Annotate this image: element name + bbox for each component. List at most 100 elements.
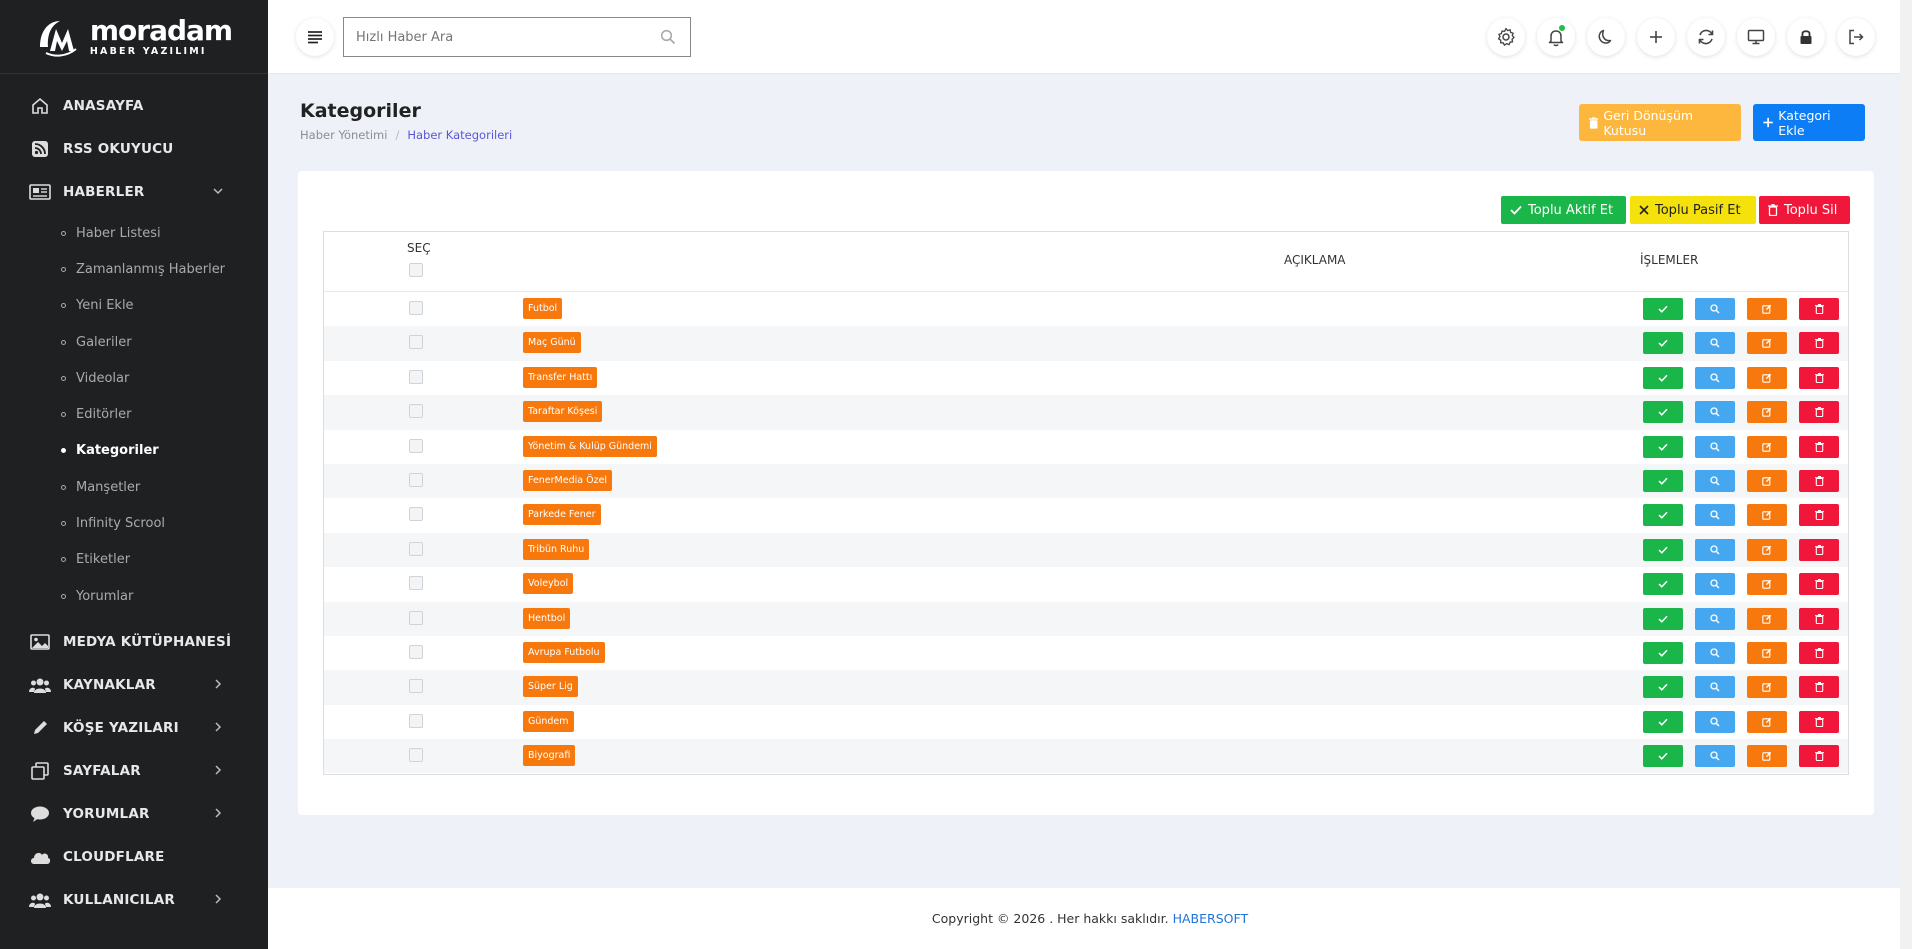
edit-button[interactable] (1747, 298, 1787, 320)
sidebar-item-rss[interactable]: RSS OKUYUCU (0, 127, 268, 170)
activate-button[interactable] (1643, 641, 1683, 664)
edit-button[interactable] (1747, 710, 1787, 733)
activate-button[interactable] (1643, 745, 1683, 768)
add-button[interactable] (1637, 18, 1675, 56)
select-all-checkbox[interactable] (409, 263, 423, 277)
activate-button[interactable] (1643, 504, 1683, 527)
view-button[interactable] (1695, 676, 1735, 699)
delete-button[interactable] (1799, 607, 1839, 630)
refresh-button[interactable] (1687, 18, 1725, 56)
logo[interactable]: moradam HABER YAZILIMI (0, 0, 268, 74)
page-scrollbar[interactable] (1900, 0, 1912, 949)
view-button[interactable] (1695, 745, 1735, 768)
row-checkbox[interactable] (409, 541, 423, 556)
view-button[interactable] (1695, 641, 1735, 664)
sidebar-subitem-yorumlar[interactable]: Yorumlar (0, 578, 268, 614)
edit-button[interactable] (1747, 538, 1787, 561)
edit-button[interactable] (1747, 469, 1787, 492)
view-button[interactable] (1695, 607, 1735, 630)
lock-button[interactable] (1787, 18, 1825, 56)
activate-button[interactable] (1643, 469, 1683, 492)
delete-button[interactable] (1799, 366, 1839, 389)
delete-button[interactable] (1799, 745, 1839, 768)
bulk-activate-button[interactable]: Toplu Aktif Et (1501, 196, 1626, 224)
edit-button[interactable] (1747, 745, 1787, 768)
delete-button[interactable] (1799, 676, 1839, 699)
activate-button[interactable] (1643, 573, 1683, 596)
logout-button[interactable] (1837, 18, 1875, 56)
search-icon[interactable] (646, 29, 690, 45)
sidebar-subitem-videolar[interactable]: Videolar (0, 360, 268, 396)
edit-button[interactable] (1747, 641, 1787, 664)
menu-toggle-button[interactable] (296, 18, 334, 56)
activate-button[interactable] (1643, 366, 1683, 389)
fullscreen-button[interactable] (1737, 18, 1775, 56)
sidebar-subitem-mansetler[interactable]: Manşetler (0, 469, 268, 505)
sidebar-item-yorumlar[interactable]: YORUMLAR (0, 792, 268, 835)
sidebar-item-cloudflare[interactable]: CLOUDFLARE (0, 835, 268, 878)
sidebar-subitem-infinity-scroll[interactable]: Infinity Scrool (0, 505, 268, 541)
search-input[interactable] (344, 18, 646, 56)
edit-button[interactable] (1747, 607, 1787, 630)
sidebar-item-kaynaklar[interactable]: KAYNAKLAR (0, 663, 268, 706)
settings-button[interactable] (1487, 18, 1525, 56)
view-button[interactable] (1695, 298, 1735, 320)
sidebar-subitem-haber-listesi[interactable]: Haber Listesi (0, 215, 268, 251)
edit-button[interactable] (1747, 366, 1787, 389)
notifications-button[interactable] (1537, 18, 1575, 56)
delete-button[interactable] (1799, 710, 1839, 733)
view-button[interactable] (1695, 469, 1735, 492)
sidebar-item-sayfalar[interactable]: SAYFALAR (0, 749, 268, 792)
activate-button[interactable] (1643, 401, 1683, 424)
row-checkbox[interactable] (409, 713, 423, 728)
activate-button[interactable] (1643, 710, 1683, 733)
sidebar-subitem-yeni-ekle[interactable]: Yeni Ekle (0, 288, 268, 324)
activate-button[interactable] (1643, 676, 1683, 699)
sidebar-item-kullanicilar[interactable]: KULLANICILAR (0, 878, 268, 921)
row-checkbox[interactable] (409, 301, 423, 315)
activate-button[interactable] (1643, 607, 1683, 630)
activate-button[interactable] (1643, 538, 1683, 561)
activate-button[interactable] (1643, 332, 1683, 355)
row-checkbox[interactable] (409, 507, 423, 522)
row-checkbox[interactable] (409, 335, 423, 350)
view-button[interactable] (1695, 332, 1735, 355)
view-button[interactable] (1695, 401, 1735, 424)
dark-mode-button[interactable] (1587, 18, 1625, 56)
sidebar-item-kose-yazilari[interactable]: KÖŞE YAZILARI (0, 706, 268, 749)
sidebar-subitem-zamanlanmis[interactable]: Zamanlanmış Haberler (0, 251, 268, 287)
row-checkbox[interactable] (409, 610, 423, 625)
row-checkbox[interactable] (409, 438, 423, 453)
edit-button[interactable] (1747, 401, 1787, 424)
sidebar-item-haberler[interactable]: HABERLER (0, 170, 268, 213)
edit-button[interactable] (1747, 676, 1787, 699)
sidebar-item-anasayfa[interactable]: ANASAYFA (0, 84, 268, 127)
view-button[interactable] (1695, 710, 1735, 733)
delete-button[interactable] (1799, 469, 1839, 492)
activate-button[interactable] (1643, 435, 1683, 458)
sidebar-subitem-kategoriler[interactable]: Kategoriler (0, 433, 268, 469)
delete-button[interactable] (1799, 332, 1839, 355)
bulk-deactivate-button[interactable]: Toplu Pasif Et (1630, 196, 1756, 224)
recycle-bin-button[interactable]: Geri Dönüşüm Kutusu (1579, 104, 1741, 141)
add-category-button[interactable]: Kategori Ekle (1753, 104, 1865, 141)
row-checkbox[interactable] (409, 472, 423, 487)
row-checkbox[interactable] (409, 748, 423, 763)
sidebar-item-medya[interactable]: MEDYA KÜTÜPHANESİ (0, 620, 268, 663)
row-checkbox[interactable] (409, 404, 423, 419)
bulk-delete-button[interactable]: Toplu Sil (1759, 196, 1850, 224)
activate-button[interactable] (1643, 298, 1683, 320)
delete-button[interactable] (1799, 504, 1839, 527)
delete-button[interactable] (1799, 298, 1839, 320)
edit-button[interactable] (1747, 504, 1787, 527)
footer-brand-link[interactable]: HABERSOFT (1173, 911, 1249, 926)
edit-button[interactable] (1747, 435, 1787, 458)
view-button[interactable] (1695, 366, 1735, 389)
breadcrumb-item[interactable]: Haber Yönetimi (300, 128, 387, 142)
row-checkbox[interactable] (409, 369, 423, 384)
sidebar-subitem-editorler[interactable]: Editörler (0, 396, 268, 432)
edit-button[interactable] (1747, 332, 1787, 355)
view-button[interactable] (1695, 538, 1735, 561)
view-button[interactable] (1695, 435, 1735, 458)
view-button[interactable] (1695, 504, 1735, 527)
